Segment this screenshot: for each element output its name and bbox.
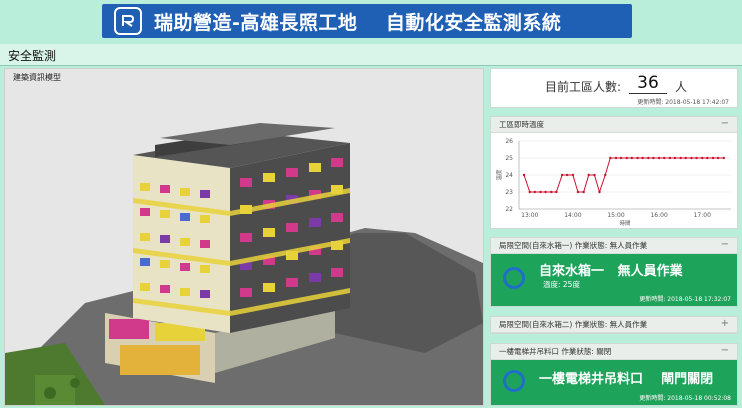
collapse-toggle-icon[interactable]: − — [721, 345, 729, 356]
page-title-bar: 安全監測 — [0, 44, 742, 66]
x-tick-label: 17:00 — [694, 212, 711, 219]
data-point — [701, 156, 704, 160]
page-title: 安全監測 — [8, 49, 57, 63]
data-point — [619, 156, 623, 160]
tank2-card-header[interactable]: 局限空間(自來水箱二) 作業狀態: 無人員作業 + — [491, 317, 737, 333]
tank1-card-header[interactable]: 局限空間(自來水箱一) 作業狀態: 無人員作業 − — [491, 238, 737, 254]
data-point — [673, 156, 677, 160]
data-point — [533, 190, 537, 194]
data-point — [679, 156, 682, 160]
y-tick-label: 22 — [505, 206, 513, 213]
data-point — [587, 173, 590, 177]
data-point — [560, 173, 564, 177]
elevator-updated: 更新時間: 2018-05-18 00:52:08 — [639, 395, 731, 402]
data-point — [636, 156, 639, 160]
worker-count-updated: 更新時間: 2018-05-18 17:42:07 — [637, 99, 729, 106]
x-tick-label: 16:00 — [650, 212, 667, 219]
header-bar: 瑞助營造-高雄長照工地 自動化安全監測系統 — [102, 4, 632, 38]
x-tick-label: 14:00 — [564, 212, 581, 219]
data-point — [652, 156, 655, 160]
data-point — [604, 173, 607, 177]
data-point — [609, 156, 612, 160]
elevator-card: 一樓電梯井吊料口 作業狀態: 關閉 − 一樓電梯井吊料口 閘門關閉 更新時間: … — [490, 343, 738, 406]
data-point — [690, 156, 693, 160]
data-point — [614, 156, 618, 160]
expand-toggle-icon[interactable]: + — [721, 318, 729, 329]
data-point — [625, 156, 628, 160]
temperature-card: 工區即時溫度 − 22 23 24 25 26 13:00 14:00 15:00 16:00 1… — [490, 116, 738, 229]
data-point — [668, 156, 672, 160]
data-point — [522, 173, 526, 177]
data-point — [571, 173, 575, 177]
elevator-status-text: 一樓電梯井吊料口 閘門關閉 — [539, 372, 714, 387]
data-point — [647, 156, 650, 160]
y-axis-label: 溫度 — [495, 169, 503, 181]
elevator-status-panel: 一樓電梯井吊料口 閘門關閉 更新時間: 2018-05-18 00:52:08 — [491, 360, 737, 405]
status-ring-icon — [503, 267, 525, 289]
tank2-header-text: 局限空間(自來水箱二) 作業狀態: 無人員作業 — [499, 320, 648, 329]
data-point — [657, 156, 661, 160]
tank1-status-panel: 自來水箱一 無人員作業 溫度: 25度 更新時間: 2018-05-18 17:… — [491, 254, 737, 306]
collapse-toggle-icon[interactable]: − — [721, 239, 729, 250]
data-point — [641, 156, 644, 160]
collapse-toggle-icon[interactable]: − — [721, 118, 729, 129]
elevator-card-header[interactable]: 一樓電梯井吊料口 作業狀態: 關閉 − — [491, 344, 737, 360]
header: 瑞助營造-高雄長照工地 自動化安全監測系統 — [0, 0, 742, 44]
data-point — [593, 173, 596, 177]
tank1-card: 局限空間(自來水箱一) 作業狀態: 無人員作業 − 自來水箱一 無人員作業 溫度… — [490, 237, 738, 307]
data-point — [711, 156, 715, 160]
x-tick-label: 13:00 — [521, 212, 538, 219]
data-point — [630, 156, 634, 160]
worker-count-unit: 人 — [675, 80, 688, 94]
data-point — [539, 190, 542, 194]
x-axis-label: 時間 — [619, 219, 631, 227]
worker-count-card: 目前工區人數: 36 人 更新時間: 2018-05-18 17:42:07 — [490, 68, 738, 108]
elevator-header-text: 一樓電梯井吊料口 作業狀態: 關閉 — [499, 347, 612, 356]
tank2-card: 局限空間(自來水箱二) 作業狀態: 無人員作業 + — [490, 316, 738, 334]
tank1-status-text: 自來水箱一 無人員作業 — [539, 264, 683, 279]
y-tick-label: 24 — [505, 172, 513, 179]
bim-model-viewer[interactable] — [5, 83, 483, 405]
tank1-updated: 更新時間: 2018-05-18 17:32:07 — [639, 296, 731, 303]
bim-model-title: 建築資訊模型 — [13, 73, 61, 82]
tank1-temperature: 溫度: 25度 — [543, 280, 580, 289]
x-tick-label: 15:00 — [607, 212, 624, 219]
data-point — [706, 156, 709, 160]
data-point — [550, 190, 553, 194]
data-point — [716, 156, 720, 160]
worker-count-value: 36 — [629, 73, 667, 94]
tank1-header-text: 局限空間(自來水箱一) 作業狀態: 無人員作業 — [499, 241, 648, 250]
company-logo-icon — [114, 7, 142, 35]
data-point — [565, 173, 569, 177]
data-point — [528, 190, 531, 194]
app-title: 瑞助營造-高雄長照工地 自動化安全監測系統 — [154, 11, 562, 34]
data-point — [695, 156, 698, 160]
data-point — [684, 156, 687, 160]
temperature-card-title: 工區即時溫度 — [499, 120, 544, 129]
data-point — [722, 156, 726, 160]
data-point — [598, 190, 601, 194]
temperature-chart: 22 23 24 25 26 13:00 14:00 15:00 16:00 17:00 溫度時間 — [495, 138, 731, 227]
worker-count-label: 目前工區人數: — [545, 80, 622, 94]
data-point — [576, 190, 580, 194]
y-tick-label: 26 — [505, 138, 513, 145]
data-point — [544, 190, 547, 194]
bim-model-panel: 建築資訊模型 — [4, 68, 484, 406]
data-point — [582, 190, 585, 194]
y-tick-label: 23 — [505, 189, 513, 196]
y-tick-label: 25 — [505, 155, 513, 162]
data-point — [555, 190, 558, 194]
status-ring-icon — [503, 370, 525, 392]
temperature-card-header: 工區即時溫度 − — [491, 117, 737, 133]
data-point — [662, 156, 666, 160]
